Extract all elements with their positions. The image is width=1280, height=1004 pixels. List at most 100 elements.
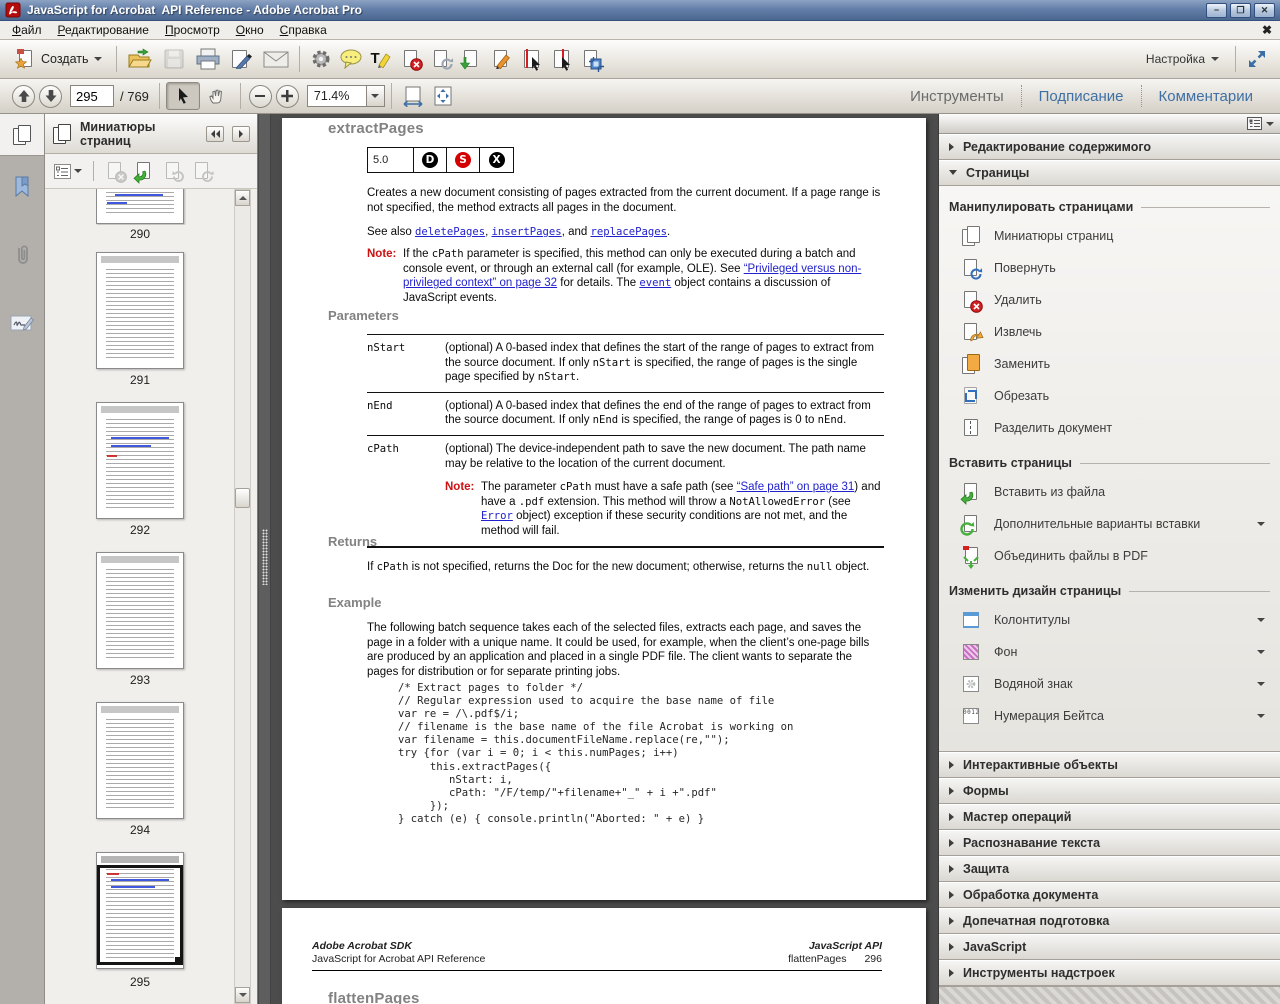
section-interactive-objects[interactable]: Интерактивные объекты — [939, 752, 1280, 778]
see-also-line[interactable]: See also deletePages, insertPages, and r… — [367, 225, 884, 240]
section-forms[interactable]: Формы — [939, 778, 1280, 804]
insert-pages-button[interactable] — [456, 44, 486, 74]
sign-document-button[interactable] — [225, 44, 259, 74]
collapse-panel-button[interactable] — [206, 126, 224, 142]
rotate-pages-button[interactable] — [426, 44, 456, 74]
current-view-rectangle[interactable] — [97, 865, 183, 965]
rotate-cw-thumb-button[interactable] — [192, 161, 212, 181]
menu-help[interactable]: Справка — [272, 22, 335, 38]
zoom-dropdown-button[interactable] — [367, 85, 385, 107]
page-number-input[interactable] — [70, 85, 114, 107]
zoom-in-button[interactable] — [276, 85, 299, 108]
delete-pages-button[interactable] — [396, 44, 426, 74]
dropdown-icon[interactable] — [1257, 522, 1265, 526]
attachments-tab[interactable] — [0, 234, 44, 276]
document-view[interactable]: extractPages 5.0 D S X Creates a new doc… — [271, 114, 938, 1004]
delete-pages-thumb-button[interactable] — [105, 161, 125, 181]
tool-bates-numbering[interactable]: 0012 Нумерация Бейтса — [939, 700, 1280, 732]
tool-insert-options[interactable]: Дополнительные варианты вставки — [939, 508, 1280, 540]
print-button[interactable] — [191, 44, 225, 74]
section-document-processing[interactable]: Обработка документа — [939, 882, 1280, 908]
tool-crop[interactable]: Обрезать — [939, 380, 1280, 412]
previous-page-button[interactable] — [12, 85, 35, 108]
dropdown-icon[interactable] — [1257, 714, 1265, 718]
section-content-editing[interactable]: Редактирование содержимого — [939, 134, 1280, 160]
section-pages[interactable]: Страницы — [939, 160, 1280, 186]
menu-view[interactable]: Просмотр — [157, 22, 228, 38]
zoom-out-button[interactable] — [249, 85, 272, 108]
dropdown-icon[interactable] — [1257, 618, 1265, 622]
scrollbar-thumb[interactable] — [235, 488, 250, 508]
section-text-recognition[interactable]: Распознавание текста — [939, 830, 1280, 856]
tool-combine-files[interactable]: Объединить файлы в PDF — [939, 540, 1280, 572]
comment-button[interactable] — [336, 44, 366, 74]
note-text[interactable]: If the cPath parameter is specified, thi… — [403, 247, 884, 305]
tab-comments[interactable]: Комментарии — [1142, 79, 1270, 113]
thumbnail-290[interactable] — [96, 189, 186, 225]
preferences-button[interactable] — [306, 44, 336, 74]
page-thumbnails-tab[interactable] — [0, 114, 44, 156]
tool-replace[interactable]: Заменить — [939, 348, 1280, 380]
document-close-icon[interactable]: ✖ — [1262, 24, 1272, 36]
thumbnail-295-selected[interactable] — [96, 852, 184, 969]
tab-tools[interactable]: Инструменты — [893, 79, 1021, 113]
scrolling-mode-button[interactable] — [398, 81, 428, 111]
scroll-down-button[interactable] — [235, 987, 250, 1003]
panel-splitter[interactable] — [258, 114, 271, 1004]
hand-tool-button[interactable] — [200, 82, 234, 110]
section-print-production[interactable]: Допечатная подготовка — [939, 908, 1280, 934]
signatures-tab[interactable] — [0, 302, 44, 344]
select-tool-button[interactable] — [166, 82, 200, 110]
view-resize-handle[interactable] — [175, 957, 183, 965]
split-view-left-button[interactable] — [516, 44, 546, 74]
thumbnail-294[interactable] — [96, 702, 184, 819]
bookmarks-tab[interactable] — [0, 166, 44, 208]
tool-delete[interactable]: Удалить — [939, 284, 1280, 316]
minimize-button[interactable]: − — [1206, 3, 1227, 18]
tool-background[interactable]: Фон — [939, 636, 1280, 668]
thumbnails-scrollbar[interactable] — [234, 189, 251, 1004]
zoom-level-field[interactable]: 71.4% — [307, 85, 367, 107]
panel-forward-button[interactable] — [232, 126, 250, 142]
thumbnail-options-button[interactable] — [54, 164, 82, 179]
insert-from-file-thumb-button[interactable] — [134, 161, 154, 181]
splitter-grip[interactable] — [262, 529, 268, 585]
email-button[interactable] — [259, 44, 293, 74]
close-button[interactable]: ✕ — [1254, 3, 1275, 18]
rotate-ccw-thumb-button[interactable] — [163, 161, 183, 181]
tool-rotate[interactable]: Повернуть — [939, 252, 1280, 284]
tool-split-document[interactable]: Разделить документ — [939, 412, 1280, 444]
section-protection[interactable]: Защита — [939, 856, 1280, 882]
tool-page-thumbnails[interactable]: Миниатюры страниц — [939, 220, 1280, 252]
create-pdf-button[interactable]: Создать — [8, 44, 110, 74]
thumbnail-291[interactable] — [96, 252, 184, 369]
split-view-right-button[interactable] — [546, 44, 576, 74]
tool-extract[interactable]: Извлечь — [939, 316, 1280, 348]
panel-menu-dropdown-icon[interactable] — [1266, 122, 1274, 126]
restore-button[interactable]: ❐ — [1230, 3, 1251, 18]
tool-insert-from-file[interactable]: Вставить из файла — [939, 476, 1280, 508]
param-note-text[interactable]: The parameter cPath must have a safe pat… — [481, 480, 884, 538]
fit-page-button[interactable] — [428, 81, 458, 111]
edit-page-button[interactable] — [486, 44, 516, 74]
thumbnail-292[interactable] — [96, 402, 184, 519]
menu-window[interactable]: Окно — [228, 22, 272, 38]
tool-watermark[interactable]: Водяной знак — [939, 668, 1280, 700]
dropdown-icon[interactable] — [1257, 682, 1265, 686]
next-page-button[interactable] — [39, 85, 62, 108]
section-action-wizard[interactable]: Мастер операций — [939, 804, 1280, 830]
menu-file[interactable]: Файл — [4, 22, 50, 38]
thumbnail-293[interactable] — [96, 552, 184, 669]
tool-header-footer[interactable]: Колонтитулы — [939, 604, 1280, 636]
panel-options-icon[interactable] — [1247, 117, 1262, 130]
open-file-button[interactable] — [123, 44, 157, 74]
section-plugin-tools[interactable]: Инструменты надстроек — [939, 960, 1280, 986]
crop-pages-button[interactable] — [576, 44, 606, 74]
expand-toolbar-button[interactable] — [1242, 44, 1272, 74]
customize-toolbar-button[interactable]: Настройка — [1136, 52, 1229, 66]
highlight-text-button[interactable]: T — [366, 44, 396, 74]
save-button[interactable] — [157, 44, 191, 74]
tab-sign[interactable]: Подписание — [1022, 79, 1141, 113]
scroll-up-button[interactable] — [235, 190, 250, 206]
menu-edit[interactable]: Редактирование — [50, 22, 157, 38]
